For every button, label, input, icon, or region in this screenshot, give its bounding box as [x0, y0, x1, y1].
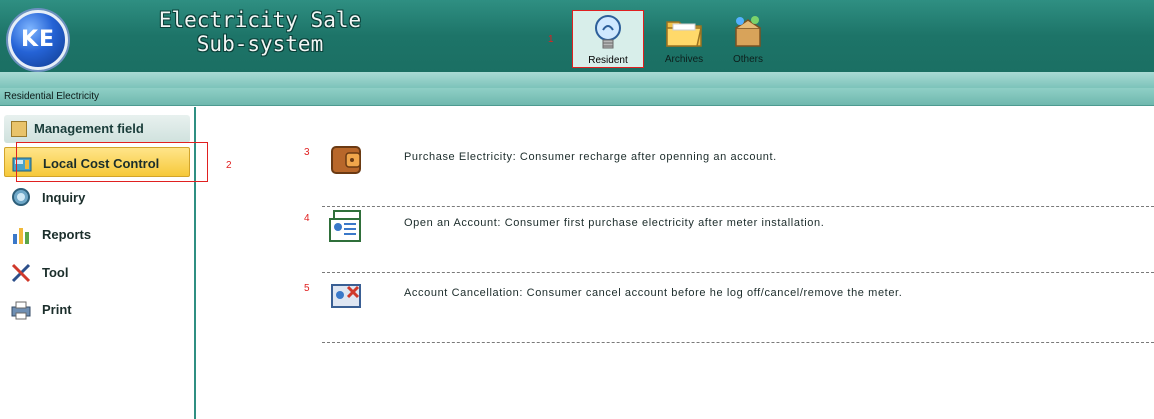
sidebar-header-label: Management field: [34, 121, 144, 136]
sidebar-item-label: Print: [42, 302, 72, 317]
header-band: [0, 72, 1154, 88]
app-title-line2: Sub-system: [196, 32, 324, 56]
magnifier-icon: [12, 188, 30, 206]
sidebar-item-label: Tool: [42, 265, 69, 280]
app-root: KE Electricity Sale Sub-system 1 Residen…: [0, 0, 1154, 419]
annotation-marker-1: 1: [548, 34, 554, 45]
app-header: KE Electricity Sale Sub-system 1 Residen…: [0, 0, 1154, 80]
lightbulb-icon: [595, 15, 621, 49]
breadcrumb-bar: Residential Electricity: [0, 88, 1154, 106]
topnav-others-label: Others: [732, 54, 763, 65]
annotation-box-2: [16, 142, 208, 182]
entry-description: Purchase Electricity: Consumer recharge …: [404, 151, 777, 163]
entry-account-cancellation[interactable]: 5 Account Cancellation: Consumer cancel …: [304, 273, 1154, 343]
entry-purchase-electricity[interactable]: 3 Purchase Electricity: Consumer recharg…: [304, 137, 1154, 207]
printer-icon: [11, 301, 31, 320]
entry-description: Account Cancellation: Consumer cancel ac…: [404, 287, 903, 299]
sidebar-item-inquiry[interactable]: Inquiry: [4, 182, 190, 212]
app-title-line1: Electricity Sale: [158, 8, 362, 32]
id-card-icon: [329, 210, 361, 242]
entry-description: Open an Account: Consumer first purchase…: [404, 217, 825, 229]
topnav-others[interactable]: Others: [712, 10, 784, 68]
ke-logo: KE: [8, 10, 68, 70]
tools-icon: [11, 263, 31, 283]
wallet-icon: [331, 146, 361, 174]
breadcrumb: Residential Electricity: [4, 91, 100, 102]
annotation-marker-3: 3: [304, 147, 310, 158]
topnav-archives-label: Archives: [664, 54, 704, 65]
entry-open-account[interactable]: 4 Open an Account: Consumer first purcha…: [304, 203, 1154, 273]
bar-chart-icon: [13, 228, 29, 244]
app-title: Electricity Sale Sub-system: [140, 8, 380, 56]
logo-text: KE: [20, 27, 56, 52]
topnav-resident[interactable]: Resident: [572, 10, 644, 68]
main-panel: 3 Purchase Electricity: Consumer recharg…: [198, 107, 1154, 419]
sidebar-item-print[interactable]: Print: [4, 294, 190, 324]
folder-icon: [666, 21, 702, 47]
box-icon: [735, 16, 761, 47]
cancel-account-icon: [331, 284, 361, 308]
sidebar-item-label: Reports: [42, 227, 92, 242]
annotation-marker-5: 5: [304, 283, 310, 294]
topnav-resident-label: Resident: [588, 55, 628, 66]
sidebar-item-label: Inquiry: [42, 190, 86, 205]
sidebar-item-tool[interactable]: Tool: [4, 257, 190, 287]
sidebar-header[interactable]: Management field: [4, 115, 190, 143]
entry-divider: [322, 342, 1154, 343]
management-icon: [11, 121, 27, 137]
topnav-archives[interactable]: Archives: [648, 10, 720, 68]
annotation-marker-4: 4: [304, 213, 310, 224]
sidebar-item-reports[interactable]: Reports: [4, 219, 190, 249]
